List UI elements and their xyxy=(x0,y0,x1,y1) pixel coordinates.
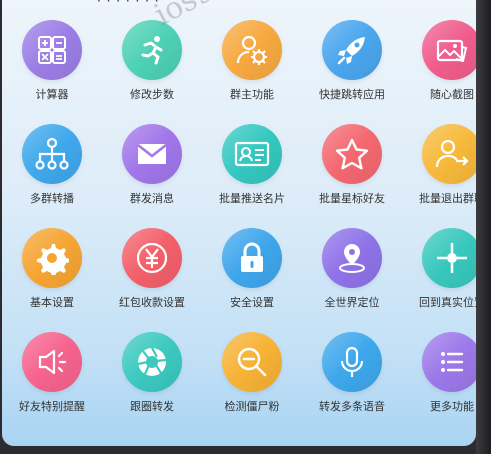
crosshair-icon[interactable] xyxy=(422,228,476,288)
rocket-icon[interactable] xyxy=(322,20,382,80)
feature-label: 安全设置 xyxy=(230,296,274,309)
feature-label: 更多功能 xyxy=(430,400,474,413)
aperture-icon[interactable] xyxy=(122,332,182,392)
feature-item[interactable]: 快捷跳转应用 xyxy=(302,20,402,124)
id-card-icon[interactable] xyxy=(222,124,282,184)
feature-label: 基本设置 xyxy=(30,296,74,309)
feature-item[interactable]: 修改步数 xyxy=(102,20,202,124)
feature-item[interactable]: 更多功能 xyxy=(402,332,476,436)
hierarchy-icon[interactable] xyxy=(22,124,82,184)
feature-item[interactable]: 随心截图 xyxy=(402,20,476,124)
lock-icon[interactable] xyxy=(222,228,282,288)
feature-item[interactable]: 计算器 xyxy=(2,20,102,124)
feature-item[interactable]: 红包收款设置 xyxy=(102,228,202,332)
feature-label: 群发消息 xyxy=(130,192,174,205)
feature-label: 好友特别提醒 xyxy=(19,400,85,413)
feature-item[interactable]: 基本设置 xyxy=(2,228,102,332)
microphone-icon[interactable] xyxy=(322,332,382,392)
feature-grid: 计算器 修改步数 群主功能 快捷跳转应用 随心截图多群转播 群发消息 批量推送名片 批量星标好… xyxy=(2,20,476,436)
top-partial-text: · · · · · · · xyxy=(97,0,160,8)
feature-item[interactable]: 批量退出群聊 xyxy=(402,124,476,228)
running-person-icon[interactable] xyxy=(122,20,182,80)
feature-label: 跟圈转发 xyxy=(130,400,174,413)
feature-label: 批量星标好友 xyxy=(319,192,385,205)
feature-label: 多群转播 xyxy=(30,192,74,205)
feature-item[interactable]: 回到真实位置 xyxy=(402,228,476,332)
calculator-icon[interactable] xyxy=(22,20,82,80)
envelope-icon[interactable] xyxy=(122,124,182,184)
feature-item[interactable]: 群主功能 xyxy=(202,20,302,124)
location-pin-icon[interactable] xyxy=(322,228,382,288)
feature-label: 批量退出群聊 xyxy=(419,192,476,205)
feature-item[interactable]: 安全设置 xyxy=(202,228,302,332)
feature-item[interactable]: 检测僵尸粉 xyxy=(202,332,302,436)
feature-label: 批量推送名片 xyxy=(219,192,285,205)
feature-label: 计算器 xyxy=(35,88,69,101)
top-partial-bar: · · · · · · · xyxy=(2,0,476,10)
gear-icon[interactable] xyxy=(22,228,82,288)
feature-label: 检测僵尸粉 xyxy=(224,400,280,413)
feature-label: 随心截图 xyxy=(430,88,474,101)
device-edge xyxy=(476,0,491,454)
feature-item[interactable]: 好友特别提醒 xyxy=(2,332,102,436)
feature-label: 回到真实位置 xyxy=(419,296,476,309)
feature-item[interactable]: 多群转播 xyxy=(2,124,102,228)
feature-label: 快捷跳转应用 xyxy=(319,88,385,101)
feature-item[interactable]: 群发消息 xyxy=(102,124,202,228)
yen-icon[interactable] xyxy=(122,228,182,288)
user-gear-icon[interactable] xyxy=(222,20,282,80)
feature-label: 全世界定位 xyxy=(324,296,380,309)
feature-label: 群主功能 xyxy=(230,88,274,101)
list-icon[interactable] xyxy=(422,332,476,392)
feature-label: 修改步数 xyxy=(130,88,174,101)
star-icon[interactable] xyxy=(322,124,382,184)
feature-label: 红包收款设置 xyxy=(119,296,185,309)
feature-label: 转发多条语音 xyxy=(319,400,385,413)
feature-item[interactable]: 全世界定位 xyxy=(302,228,402,332)
feature-screen: · · · · · · · 计算器 修改步数 群主功能 快捷跳转应用 随心截图多群转播 群… xyxy=(2,0,476,446)
search-minus-icon[interactable] xyxy=(222,332,282,392)
feature-item[interactable]: 批量星标好友 xyxy=(302,124,402,228)
user-exit-icon[interactable] xyxy=(422,124,476,184)
feature-item[interactable]: 转发多条语音 xyxy=(302,332,402,436)
speaker-icon[interactable] xyxy=(22,332,82,392)
feature-item[interactable]: 跟圈转发 xyxy=(102,332,202,436)
feature-item[interactable]: 批量推送名片 xyxy=(202,124,302,228)
picture-icon[interactable] xyxy=(422,20,476,80)
